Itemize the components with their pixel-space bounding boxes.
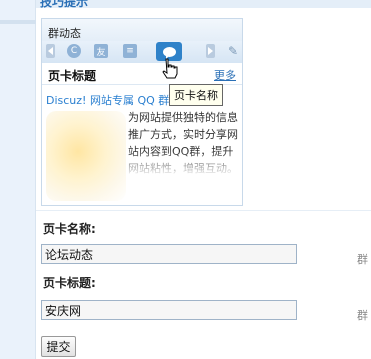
- preview-toolbar: C 友 ≡ ✎: [42, 41, 242, 63]
- preview-tab-bar: 页卡标题 更多: [42, 63, 242, 85]
- qq-group-preview-widget: 群动态 C 友 ≡ ✎ 页卡标题 更多 Discuz! 网站专属 QQ 群 为网…: [41, 18, 243, 206]
- tab-title-label: 页卡标题:: [43, 276, 96, 290]
- preview-tab-title: 页卡标题: [48, 69, 97, 83]
- tab-name-label: 页卡名称:: [43, 222, 96, 236]
- friend-icon[interactable]: 友: [94, 44, 108, 58]
- page-header-title: 技巧提示: [40, 0, 89, 8]
- section-divider: [36, 210, 371, 211]
- prev-arrow-icon[interactable]: [46, 44, 55, 58]
- tooltip: 页卡名称: [169, 84, 223, 106]
- more-link[interactable]: 更多: [214, 67, 236, 83]
- submit-button[interactable]: 提交: [41, 336, 76, 357]
- wrench-icon[interactable]: ✎: [226, 44, 240, 58]
- hand-cursor-icon: [162, 58, 178, 79]
- list-icon[interactable]: ≡: [123, 44, 137, 58]
- preview-body-text: 为网站提供独特的信息推广方式，实时分享网站内容到QQ群，提升网站粘性，增强互动。: [128, 111, 240, 177]
- qq-penguin-image: [46, 111, 126, 201]
- next-arrow-icon[interactable]: [206, 44, 215, 58]
- left-sidebar-strip: [0, 0, 36, 359]
- tab-title-input[interactable]: [41, 300, 297, 320]
- preview-title: 群动态: [42, 19, 242, 41]
- tab-title-hint: 群: [357, 309, 368, 322]
- refresh-icon[interactable]: C: [67, 44, 81, 58]
- tab-name-input[interactable]: [41, 244, 297, 264]
- page-header: 技巧提示: [36, 0, 371, 8]
- sidebar-band: [0, 20, 36, 24]
- tab-name-hint: 群: [357, 253, 368, 266]
- preview-headline[interactable]: Discuz! 网站专属 QQ 群: [46, 92, 169, 108]
